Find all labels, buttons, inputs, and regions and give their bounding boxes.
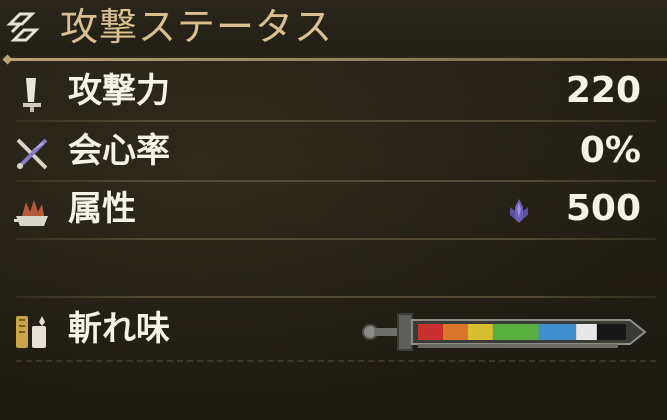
- row-divider: [16, 120, 656, 122]
- row-divider: [16, 360, 656, 362]
- stat-row-affinity: 会心率 0%: [0, 124, 667, 182]
- attack-status-panel: 攻撃ステータス 攻撃力 220 会心率 0% 属性 500 斬れ味: [0, 0, 667, 420]
- sharpness-icon: [16, 316, 46, 348]
- affinity-icon: [16, 138, 48, 170]
- element-icon: [14, 200, 48, 226]
- sharpness-segment-empty: [596, 324, 626, 340]
- stat-row-element: 属性 500: [0, 182, 667, 240]
- sharpness-segment-blue: [538, 324, 576, 340]
- row-divider: [16, 238, 656, 240]
- element-value: 500: [565, 188, 641, 229]
- sharpness-bar: [418, 324, 626, 340]
- weapon-status-icon: [6, 12, 40, 42]
- sharpness-label: 斬れ味: [68, 309, 170, 349]
- panel-title: 攻撃ステータス: [60, 5, 334, 49]
- attack-value: 220: [565, 70, 641, 111]
- attack-label: 攻撃力: [68, 71, 170, 111]
- row-divider: [16, 296, 656, 298]
- dragon-element-icon: [510, 199, 528, 223]
- stat-row-attack: 攻撃力 220: [0, 64, 667, 122]
- sharpness-segment-white: [576, 324, 597, 340]
- attack-icon: [23, 78, 41, 112]
- header-divider: [6, 58, 667, 61]
- affinity-label: 会心率: [68, 131, 170, 171]
- affinity-value: 0%: [579, 130, 641, 171]
- panel-header: 攻撃ステータス: [0, 0, 667, 56]
- sharpness-segment-red: [418, 324, 443, 340]
- sharpness-segment-green: [492, 324, 539, 340]
- sharpness-gauge: [362, 313, 647, 351]
- element-label: 属性: [68, 189, 136, 229]
- sharpness-segment-yellow: [467, 324, 493, 340]
- sharpness-segment-orange: [443, 324, 468, 340]
